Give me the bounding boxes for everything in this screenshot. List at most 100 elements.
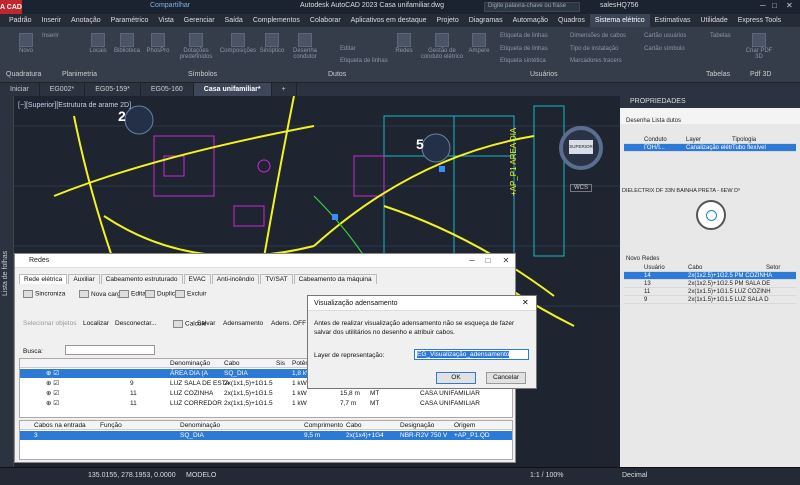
menu-tab[interactable]: Colaborar <box>305 14 346 27</box>
ribbon-new-button[interactable]: Novo <box>14 33 38 54</box>
ribbon-small-dimensoes[interactable]: Dimensões de cabos <box>570 33 626 39</box>
row-check-icon[interactable]: ⊕ ☑ <box>46 369 59 378</box>
adens-off-button[interactable]: Adens. OFF <box>271 320 306 327</box>
wcs-menu[interactable]: WCS <box>570 184 592 192</box>
menu-tab[interactable]: Complementos <box>248 14 305 27</box>
menu-tab[interactable]: Projeto <box>432 14 464 27</box>
ribbon-sinoptico-button[interactable]: Sinóptico <box>258 33 286 54</box>
menu-tab[interactable]: Diagramas <box>464 14 508 27</box>
redes-tab[interactable]: Cabeamento da máquina <box>293 274 377 284</box>
menu-tab[interactable]: Paramétrico <box>106 14 154 27</box>
document-tab[interactable]: EG002* <box>40 83 86 96</box>
menu-tab[interactable]: Estimativas <box>650 14 696 27</box>
ribbon-small-cartao-simbolo[interactable]: Cartão símbolo <box>644 46 685 52</box>
tool-desenha[interactable]: Desenha <box>626 118 650 124</box>
close-icon[interactable]: ✕ <box>522 298 529 307</box>
viewcube-face[interactable]: SUPERIOR <box>569 140 593 154</box>
document-tab[interactable]: Casa unifamiliar* <box>193 83 272 96</box>
ribbon-criar-pdf-button[interactable]: Criar PDF 3D <box>742 33 776 60</box>
ribbon-small-etiqueta-sintetica[interactable]: Etiqueta sintética <box>500 58 546 64</box>
conduit-row[interactable]: ГОНЛ... Canalização elétri Tubo flexível <box>624 144 796 152</box>
ribbon-small-editar[interactable]: Editar <box>340 46 356 52</box>
tool-redes[interactable]: Redes <box>642 256 659 262</box>
share-button[interactable]: Compartilhar <box>150 2 190 9</box>
tool-lista-dutos[interactable]: Lista dutos <box>652 118 681 124</box>
cable-row[interactable]: 3 SQ_DIA 9,5 m 2x(1x4)+1G4 NBR-R2V 750 V… <box>20 431 512 440</box>
user-row[interactable]: 11 2x(1x1.5)+1G1.5 LUZ COZINH <box>624 288 796 296</box>
ribbon-desenha-condutor-button[interactable]: Desenha condutor <box>290 33 320 60</box>
user-row[interactable]: 9 2x(1x1.5)+1G1.5 LUZ SALA D <box>624 296 796 304</box>
document-tab[interactable]: EG05-159* <box>85 83 141 96</box>
menu-tab[interactable]: Vista <box>153 14 178 27</box>
redes-tab[interactable]: Rede elétrica <box>19 274 68 284</box>
ribbon-small-tabelas[interactable]: Tabelas <box>710 33 731 39</box>
close-icon[interactable]: ✕ <box>497 254 515 268</box>
ribbon-small-etiqueta-3[interactable]: Etiqueta de linhas <box>500 46 548 52</box>
menu-tab[interactable]: Sistema elétrico <box>589 14 650 27</box>
ribbon-ampere-button[interactable]: Ampere <box>466 33 492 54</box>
menu-tab[interactable]: Quadros <box>553 14 590 27</box>
menu-tab[interactable]: Utilidade <box>695 14 732 27</box>
network-search-input[interactable] <box>65 345 155 355</box>
maximize-icon[interactable]: □ <box>772 1 777 10</box>
table-row[interactable]: ⊕ ☑ 11 LUZ CORREDOR 2x(1x1,5)+1G1.5 1 kW 7,7 … <box>20 399 512 408</box>
units-selector[interactable]: Decimal <box>622 472 647 479</box>
redes-tab[interactable]: Auxiliar <box>68 274 100 284</box>
app-menu-button[interactable]: A CAD <box>0 0 22 14</box>
minimize-icon[interactable]: ─ <box>760 1 766 10</box>
redes-tab[interactable]: Anti-incêndio <box>211 274 260 284</box>
close-icon[interactable]: ✕ <box>786 1 793 10</box>
ribbon-dotacoes-button[interactable]: Dotações predefinidos <box>178 33 214 60</box>
table-row[interactable]: ⊕ ☑ 11 LUZ COZINHA 2x(1x1,5)+1G1.5 1 kW 15,8 … <box>20 389 512 398</box>
sincroniza-button[interactable]: Sincroniza <box>23 290 65 298</box>
salvar-button[interactable]: Salvar <box>197 320 215 327</box>
redes-tab[interactable]: EVAC <box>183 274 211 284</box>
menu-tab[interactable]: Aplicativos em destaque <box>346 14 432 27</box>
row-check-icon[interactable]: ⊕ ☑ <box>46 399 59 408</box>
row-check-icon[interactable]: ⊕ ☑ <box>46 379 59 388</box>
menu-tab[interactable]: Saída <box>220 14 248 27</box>
adensamento-button[interactable]: Adensamento <box>223 320 263 327</box>
ribbon-small-inserir[interactable]: Inserir <box>42 33 59 39</box>
document-tab[interactable]: EG05-160 <box>141 83 194 96</box>
selecionar-objetos-button[interactable]: Selecionar objetos <box>23 320 76 327</box>
tool-novo[interactable]: Novo <box>626 256 640 262</box>
ribbon-small-etiqueta-2[interactable]: Etiqueta de linhas <box>500 33 548 39</box>
menu-tab[interactable]: Express Tools <box>733 14 786 27</box>
search-input[interactable]: Digite palavra-chave ou frase <box>484 2 580 12</box>
ok-button[interactable]: OK <box>436 372 476 384</box>
ribbon-small-marcadores[interactable]: Marcadores tracers <box>570 58 622 64</box>
localizar-button[interactable]: Localizar <box>83 320 109 327</box>
excluir-button[interactable]: Excluir <box>175 290 207 298</box>
layer-input[interactable]: EG_Visualização_adensamento <box>414 349 529 360</box>
ribbon-small-cartao-usuarios[interactable]: Cartão usuários <box>644 33 686 39</box>
menu-tab[interactable]: Padrão <box>4 14 37 27</box>
annotation-scale[interactable]: 1:1 / 100% <box>530 472 563 479</box>
user-row[interactable]: 14 2x(1x2.5)+1G2.5 PM COZINHA <box>624 272 796 280</box>
menu-tab[interactable]: Anotação <box>66 14 106 27</box>
cancel-button[interactable]: Cancelar <box>486 372 526 384</box>
menu-tab[interactable]: Automação <box>508 14 553 27</box>
row-check-icon[interactable]: ⊕ ☑ <box>46 389 59 398</box>
document-tab[interactable]: Iniciar <box>0 83 40 96</box>
ribbon-redes-button[interactable]: Redes <box>392 33 416 54</box>
model-space-button[interactable]: MODELO <box>186 472 216 479</box>
ribbon-gestao-button[interactable]: Gestão de conduto elétrico <box>420 33 464 60</box>
menu-tab[interactable]: Gerenciar <box>179 14 220 27</box>
editar-button[interactable]: Editar <box>119 290 148 298</box>
redes-tab[interactable]: TV/SAT <box>260 274 293 284</box>
ribbon-small-tipo-instalacao[interactable]: Tipo de instalação <box>570 46 618 52</box>
sheet-list-tab[interactable]: Lista de folhas <box>0 96 14 467</box>
user-account[interactable]: salesHQ756 <box>600 2 639 9</box>
viewport-controls[interactable]: [−][Superior][Estrutura de arame 2D] <box>18 102 131 109</box>
desconectar-button[interactable]: Desconectar... <box>115 320 157 327</box>
ribbon-small-etiqueta-1[interactable]: Etiqueta de linhas <box>340 58 388 64</box>
redes-tab[interactable]: Cabeamento estruturado <box>100 274 183 284</box>
menu-tab[interactable]: Inserir <box>37 14 66 27</box>
ribbon-composicoes-button[interactable]: Composições <box>218 33 258 54</box>
ribbon-biblioteca-button[interactable]: Biblioteca <box>114 33 140 54</box>
document-tab[interactable]: + <box>272 83 297 96</box>
maximize-icon[interactable]: □ <box>479 254 497 268</box>
viewcube[interactable]: SUPERIOR <box>559 126 603 170</box>
user-row[interactable]: 13 2x(1x2.5)+1G2.5 PM SALA DE <box>624 280 796 288</box>
